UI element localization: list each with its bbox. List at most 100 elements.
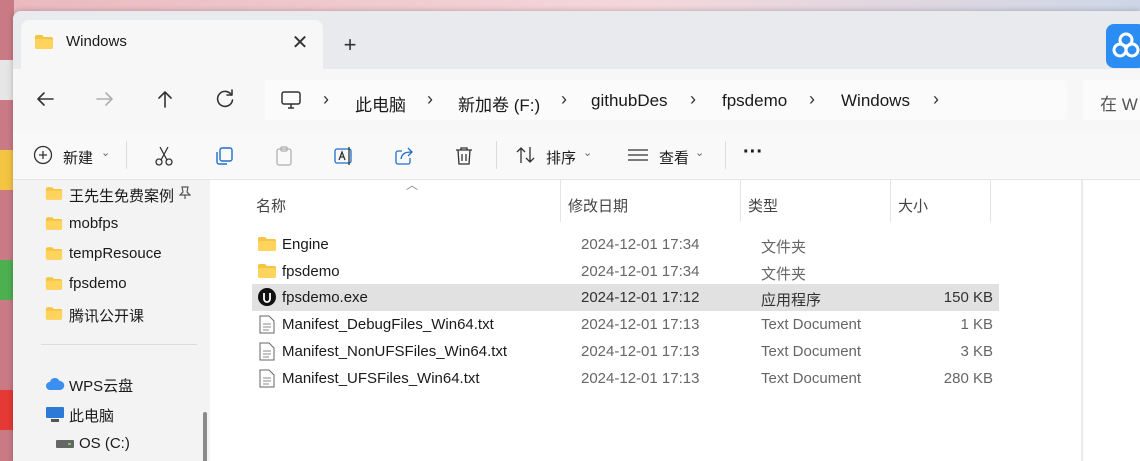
column-divider[interactable] — [890, 180, 891, 222]
breadcrumb-separator[interactable]: › — [323, 89, 329, 110]
sidebar-item-drive-c[interactable]: OS (C:) — [13, 430, 198, 458]
clipboard-icon — [276, 146, 292, 166]
breadcrumb-separator[interactable]: › — [561, 89, 567, 110]
sidebar-item-this-pc[interactable]: 此电脑 — [13, 400, 198, 428]
address-bar[interactable]: › 此电脑 › 新加卷 (F:) › githubDes › fpsdemo ›… — [265, 80, 1067, 120]
arrow-right-icon — [96, 92, 113, 106]
close-tab-icon[interactable]: ✕ — [287, 30, 313, 56]
chevron-down-icon: ⌄ — [695, 147, 705, 159]
table-row[interactable]: Manifest_NonUFSFiles_Win64.txt 2024-12-0… — [252, 338, 999, 365]
file-date: 2024-12-01 17:34 — [581, 236, 700, 253]
delete-button[interactable] — [451, 139, 477, 171]
sidebar-item-label: 此电脑 — [69, 408, 115, 425]
breadcrumb-separator[interactable]: › — [933, 89, 939, 110]
cloud-sync-icon[interactable] — [1106, 24, 1140, 68]
search-input[interactable]: 在 W — [1083, 80, 1140, 120]
refresh-button[interactable] — [207, 81, 243, 117]
folder-icon — [45, 277, 63, 290]
more-options-button[interactable]: ··· — [741, 139, 771, 171]
sidebar-item-label: mobfps — [69, 215, 119, 232]
copy-button[interactable] — [211, 139, 237, 171]
column-header-date[interactable]: 修改日期 — [568, 186, 738, 218]
desktop-icon-strip — [0, 60, 14, 100]
folder-icon — [35, 35, 53, 49]
sidebar-item-tempresouce[interactable]: tempResouce — [13, 240, 198, 268]
table-row[interactable]: fpsdemo 2024-12-01 17:34 文件夹 — [252, 258, 999, 285]
sidebar-scrollbar[interactable] — [203, 412, 207, 461]
table-row[interactable]: Engine 2024-12-01 17:34 文件夹 — [252, 231, 999, 258]
view-list-icon — [628, 149, 648, 161]
breadcrumb-volume-f[interactable]: 新加卷 (F:) — [458, 91, 540, 116]
desktop-icon-strip — [0, 390, 14, 430]
sidebar-item-label: 王先生免费案例 — [69, 188, 175, 205]
breadcrumb-separator[interactable]: › — [690, 89, 696, 110]
column-divider[interactable] — [740, 180, 741, 222]
file-name: Engine — [282, 236, 329, 253]
arrow-up-icon — [158, 91, 172, 108]
file-type: Text Document — [761, 343, 862, 360]
sidebar-divider — [41, 344, 197, 345]
column-header-name[interactable]: 名称 — [256, 186, 556, 218]
sidebar-item-label: OS (C:) — [79, 435, 130, 452]
column-header-label: 名称 — [256, 198, 287, 215]
toolbar-divider — [496, 141, 497, 169]
folder-icon — [258, 237, 276, 251]
breadcrumb-separator[interactable]: › — [427, 89, 433, 110]
new-button[interactable]: 新建 ⌄ — [31, 139, 115, 171]
trash-icon — [456, 147, 472, 165]
up-button[interactable] — [147, 81, 183, 117]
sidebar-item-fpsdemo[interactable]: fpsdemo — [13, 270, 198, 298]
file-type: Text Document — [761, 370, 862, 387]
new-tab-button[interactable]: + — [335, 30, 365, 60]
file-type: 文件夹 — [761, 266, 807, 283]
desktop-edge — [0, 0, 14, 461]
breadcrumb-separator[interactable]: › — [809, 89, 815, 110]
navigation-bar: › 此电脑 › 新加卷 (F:) › githubDes › fpsdemo ›… — [13, 69, 1140, 131]
text-file-icon — [259, 369, 275, 388]
computer-icon — [281, 91, 301, 109]
sidebar-item-mobfps[interactable]: mobfps — [13, 210, 198, 238]
share-button[interactable] — [391, 139, 417, 171]
column-divider[interactable] — [990, 180, 991, 222]
breadcrumb-fpsdemo[interactable]: fpsdemo — [722, 91, 787, 111]
breadcrumb-githubdes[interactable]: githubDes — [591, 91, 668, 111]
tab-windows[interactable]: Windows ✕ — [21, 20, 323, 69]
sidebar-item-label: fpsdemo — [69, 275, 127, 292]
tab-strip: Windows ✕ + — [13, 11, 1140, 69]
column-header-label: 修改日期 — [568, 198, 629, 215]
sort-button[interactable]: 排序 ⌄ — [513, 139, 597, 171]
cut-button[interactable] — [151, 139, 177, 171]
column-divider[interactable] — [560, 180, 561, 222]
command-bar: 新建 ⌄ 排序 ⌄ 查看 ⌄ ··· — [13, 131, 1140, 180]
unreal-app-icon — [258, 288, 276, 306]
file-date: 2024-12-01 17:13 — [581, 370, 700, 387]
scissors-icon — [155, 146, 173, 166]
table-row[interactable]: Manifest_DebugFiles_Win64.txt 2024-12-01… — [252, 311, 999, 338]
table-row[interactable]: Manifest_UFSFiles_Win64.txt 2024-12-01 1… — [252, 365, 999, 392]
paste-button[interactable] — [271, 139, 297, 171]
forward-button[interactable] — [87, 81, 123, 117]
column-header-type[interactable]: 类型 — [748, 186, 888, 218]
file-type: 文件夹 — [761, 239, 807, 256]
sidebar-item-wps-cloud[interactable]: WPS云盘 — [13, 370, 198, 398]
content-scroll-track[interactable] — [1081, 180, 1083, 461]
file-name: Manifest_NonUFSFiles_Win64.txt — [282, 343, 508, 360]
sidebar-item-label: tempResouce — [69, 245, 162, 262]
sidebar-item-tencent-class[interactable]: 腾讯公开课 — [13, 300, 198, 328]
share-icon — [395, 147, 413, 165]
column-header-size[interactable]: 大小 — [898, 186, 988, 218]
file-date: 2024-12-01 17:34 — [581, 263, 700, 280]
table-row-selected[interactable]: fpsdemo.exe 2024-12-01 17:12 应用程序 150 KB — [252, 284, 999, 311]
more-icon: ··· — [743, 141, 763, 163]
back-button[interactable] — [27, 81, 63, 117]
breadcrumb-windows[interactable]: Windows — [841, 91, 910, 111]
toolbar-divider — [725, 141, 726, 169]
plus-circle-icon — [33, 145, 53, 165]
rename-icon — [334, 147, 352, 165]
breadcrumb-this-pc[interactable]: 此电脑 — [355, 91, 406, 116]
sidebar-item-wang-cases[interactable]: 王先生免费案例 — [13, 180, 198, 208]
view-button[interactable]: 查看 ⌄ — [625, 139, 709, 171]
chevron-down-icon: ⌄ — [101, 147, 111, 159]
rename-button[interactable] — [331, 139, 357, 171]
computer-icon — [46, 407, 64, 422]
